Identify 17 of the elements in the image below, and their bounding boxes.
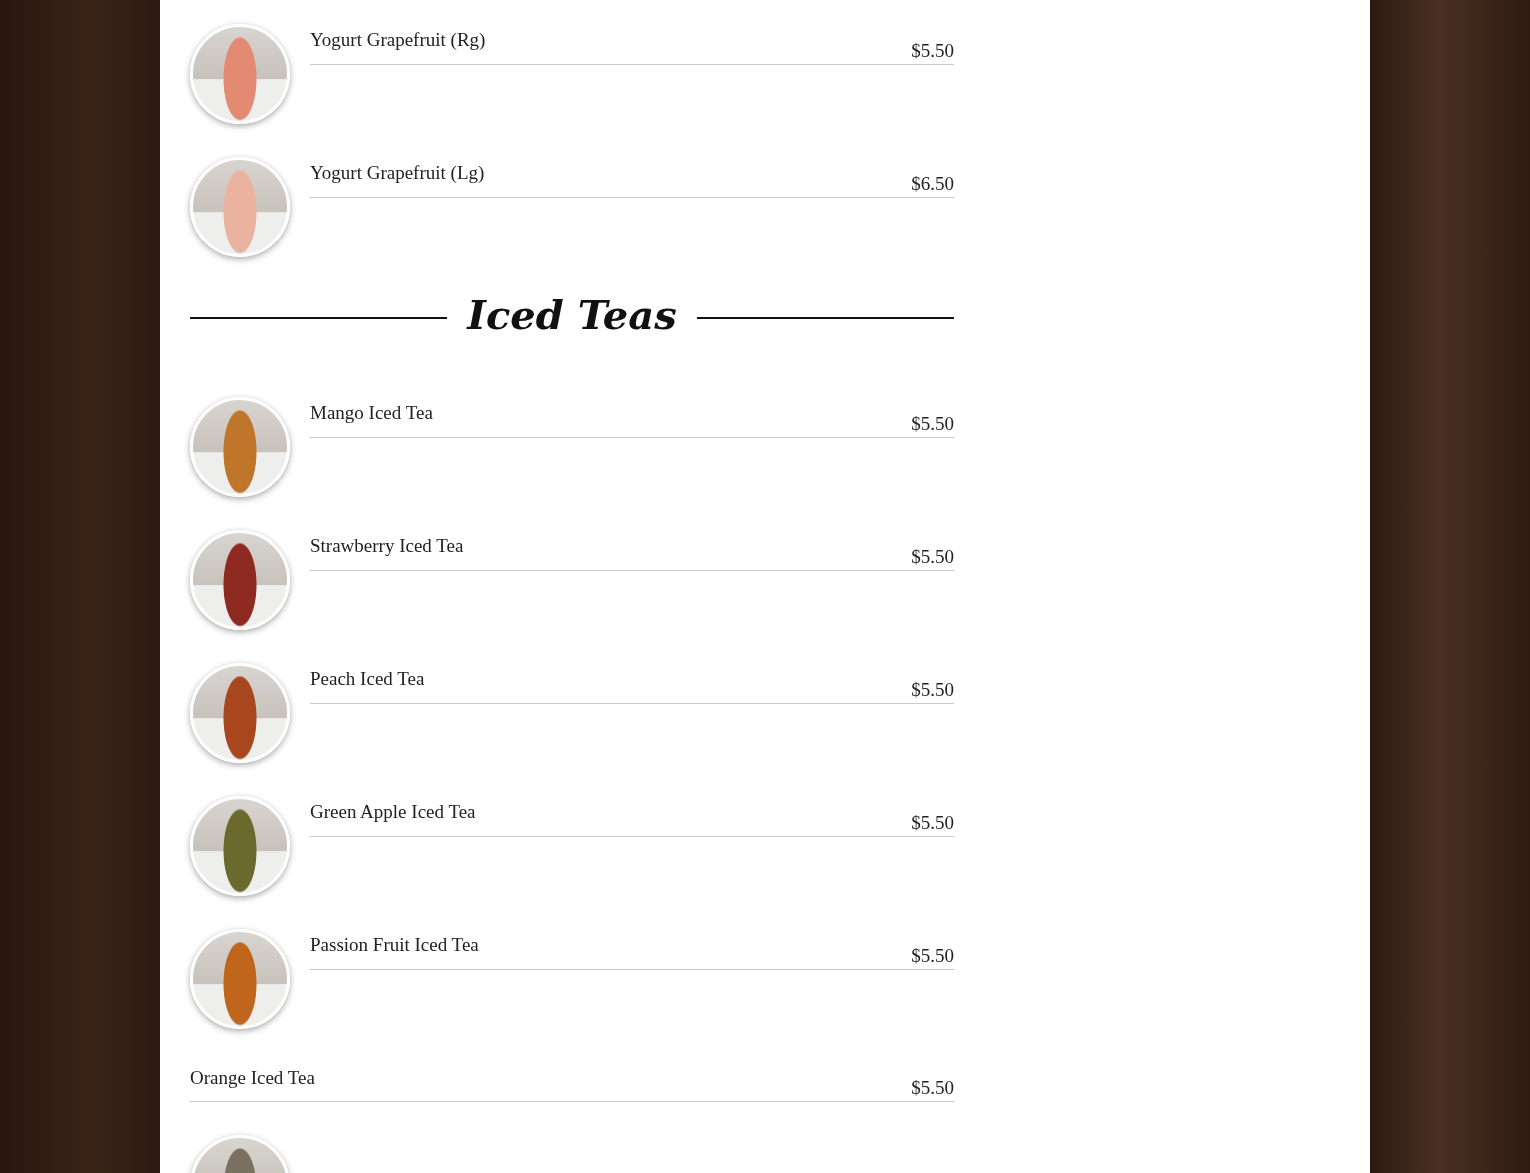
item-name: Mango Iced Tea: [310, 403, 433, 424]
item-price: $5.50: [911, 1078, 954, 1099]
item-name: Yogurt Grapefruit (Rg): [310, 30, 486, 51]
item-price: $5.50: [911, 813, 954, 834]
item-name: Yogurt Grapefruit (Lg): [310, 163, 485, 184]
item-price: $6.50: [911, 174, 954, 195]
item-name: Peach Iced Tea: [310, 669, 425, 690]
item-name: Green Apple Iced Tea: [310, 802, 476, 823]
item-name: Passion Fruit Iced Tea: [310, 935, 479, 956]
item-price: $5.50: [911, 946, 954, 967]
item-price: $5.50: [911, 547, 954, 568]
section-title: Iced Teas: [467, 295, 677, 335]
item-price: $5.50: [911, 414, 954, 435]
item-name: Orange Iced Tea: [190, 1068, 315, 1089]
item-price: $5.50: [911, 680, 954, 701]
item-price: $5.50: [911, 41, 954, 62]
item-name: Strawberry Iced Tea: [310, 536, 464, 557]
